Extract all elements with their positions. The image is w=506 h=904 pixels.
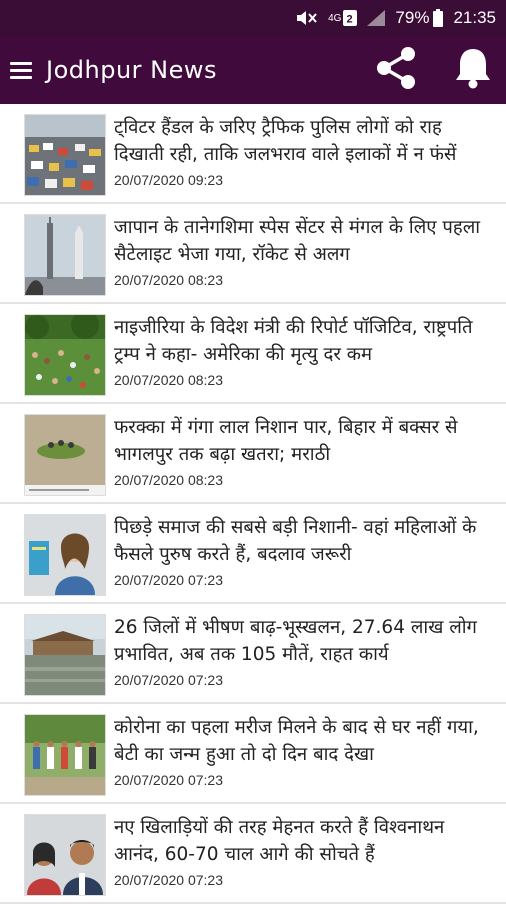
clock: 21:35 xyxy=(453,8,496,27)
network-4g-icon: 4G 2 xyxy=(328,10,358,26)
news-item[interactable]: ट्विटर हैंडल के जरिए ट्रैफिक पुलिस लोगों… xyxy=(0,104,506,204)
group-outdoors-image xyxy=(24,714,106,796)
news-date: 20/07/2020 07:23 xyxy=(114,772,223,788)
flood-boat-image xyxy=(24,414,106,496)
news-item[interactable]: पिछड़े समाज की सबसे बड़ी निशानी- वहां मह… xyxy=(0,504,506,604)
news-date: 20/07/2020 08:23 xyxy=(114,372,223,388)
news-title: जापान के तानेगशिमा स्पेस सेंटर से मंगल क… xyxy=(114,217,481,265)
notification-bell-icon[interactable] xyxy=(454,46,492,94)
battery-percent: 79% xyxy=(395,8,430,27)
news-list: ट्विटर हैंडल के जरिए ट्रैफिक पुलिस लोगों… xyxy=(0,104,506,904)
flooded-village-image xyxy=(24,614,106,696)
park-crowd-image xyxy=(24,314,106,396)
news-title: नए खिलाड़ियों की तरह मेहनत करते हैं विश्… xyxy=(114,817,445,865)
news-item[interactable]: नए खिलाड़ियों की तरह मेहनत करते हैं विश्… xyxy=(0,804,506,904)
share-icon[interactable] xyxy=(372,44,420,96)
signal-icon xyxy=(367,10,386,26)
news-item[interactable]: जापान के तानेगशिमा स्पेस सेंटर से मंगल क… xyxy=(0,204,506,304)
news-title: नाइजीरिया के विदेश मंत्री की रिपोर्ट पॉज… xyxy=(114,317,473,365)
news-date: 20/07/2020 08:23 xyxy=(114,272,223,288)
woman-with-book-image xyxy=(24,514,106,596)
traffic-jam-image xyxy=(24,114,106,196)
battery-icon xyxy=(433,9,444,27)
news-item[interactable]: 26 जिलों में भीषण बाढ़-भूस्खलन, 27.64 ला… xyxy=(0,604,506,704)
news-date: 20/07/2020 08:23 xyxy=(114,472,223,488)
rocket-launch-image xyxy=(24,214,106,296)
news-date: 20/07/2020 07:23 xyxy=(114,872,223,888)
news-title: फरक्का में गंगा लाल निशान पार, बिहार में… xyxy=(114,417,458,465)
news-title: पिछड़े समाज की सबसे बड़ी निशानी- वहां मह… xyxy=(114,517,477,565)
news-title: कोरोना का पहला मरीज मिलने के बाद से घर न… xyxy=(114,717,479,765)
couple-portrait-image xyxy=(24,814,106,896)
app-title: Jodhpur News xyxy=(46,56,217,84)
news-date: 20/07/2020 09:23 xyxy=(114,172,223,188)
svg-text:2: 2 xyxy=(347,14,353,26)
news-item[interactable]: फरक्का में गंगा लाल निशान पार, बिहार में… xyxy=(0,404,506,504)
news-date: 20/07/2020 07:23 xyxy=(114,672,223,688)
news-date: 20/07/2020 07:23 xyxy=(114,572,223,588)
menu-icon[interactable] xyxy=(10,58,32,83)
status-bar: 4G 2 79% 21:35 xyxy=(0,0,506,36)
news-item[interactable]: कोरोना का पहला मरीज मिलने के बाद से घर न… xyxy=(0,704,506,804)
app-bar: Jodhpur News xyxy=(0,36,506,104)
news-item[interactable]: नाइजीरिया के विदेश मंत्री की रिपोर्ट पॉज… xyxy=(0,304,506,404)
news-title: ट्विटर हैंडल के जरिए ट्रैफिक पुलिस लोगों… xyxy=(114,117,457,165)
news-title: 26 जिलों में भीषण बाढ़-भूस्खलन, 27.64 ला… xyxy=(114,617,477,665)
mute-icon xyxy=(296,10,318,26)
network-label: 4G xyxy=(328,12,342,24)
